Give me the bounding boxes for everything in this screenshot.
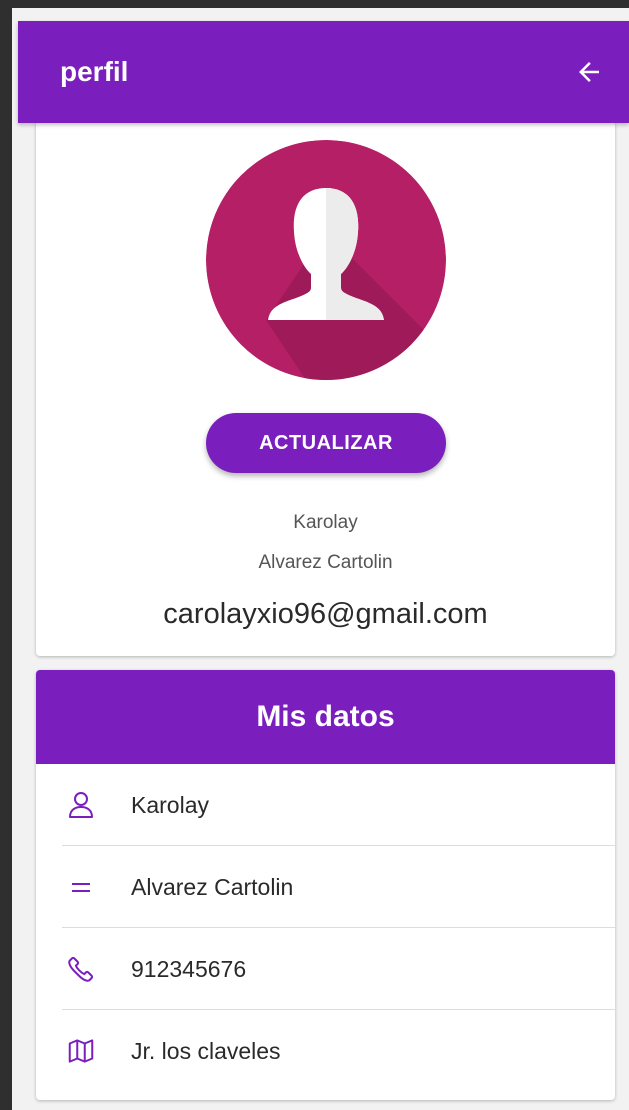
map-icon bbox=[66, 1036, 96, 1066]
list-item-label: 912345676 bbox=[131, 955, 247, 982]
back-button[interactable] bbox=[567, 50, 611, 94]
equals-icon bbox=[66, 872, 96, 902]
list-item-label: Karolay bbox=[131, 791, 209, 818]
user-silhouette-icon bbox=[206, 140, 446, 380]
person-icon bbox=[66, 790, 96, 820]
list-item-label: Alvarez Cartolin bbox=[131, 873, 294, 900]
update-button[interactable]: ACTUALIZAR bbox=[206, 413, 446, 473]
page-title: perfil bbox=[60, 56, 129, 87]
profile-first-name: Karolay bbox=[293, 512, 358, 533]
my-data-card: Mis datos Karolay Alvarez Cartolin 91234… bbox=[36, 670, 615, 1100]
profile-email: carolayxio96@gmail.com bbox=[163, 598, 488, 630]
list-item-phone[interactable]: 912345676 bbox=[36, 928, 615, 1010]
profile-last-name: Alvarez Cartolin bbox=[258, 552, 393, 573]
list-item-first-name[interactable]: Karolay bbox=[36, 764, 615, 846]
phone-icon bbox=[66, 954, 96, 984]
profile-card: ACTUALIZAR Karolay Alvarez Cartolin caro… bbox=[36, 120, 615, 656]
app-bar: perfil bbox=[18, 21, 629, 123]
list-item-last-name[interactable]: Alvarez Cartolin bbox=[36, 846, 615, 928]
list-item-address[interactable]: Jr. los claveles bbox=[36, 1010, 615, 1092]
arrow-left-icon bbox=[579, 62, 599, 82]
my-data-header: Mis datos bbox=[36, 670, 615, 764]
avatar bbox=[206, 140, 446, 380]
list-item-label: Jr. los claveles bbox=[131, 1037, 281, 1064]
app-frame: perfil ACTUALIZAR Karolay Alvarez Cartol… bbox=[12, 8, 629, 1110]
